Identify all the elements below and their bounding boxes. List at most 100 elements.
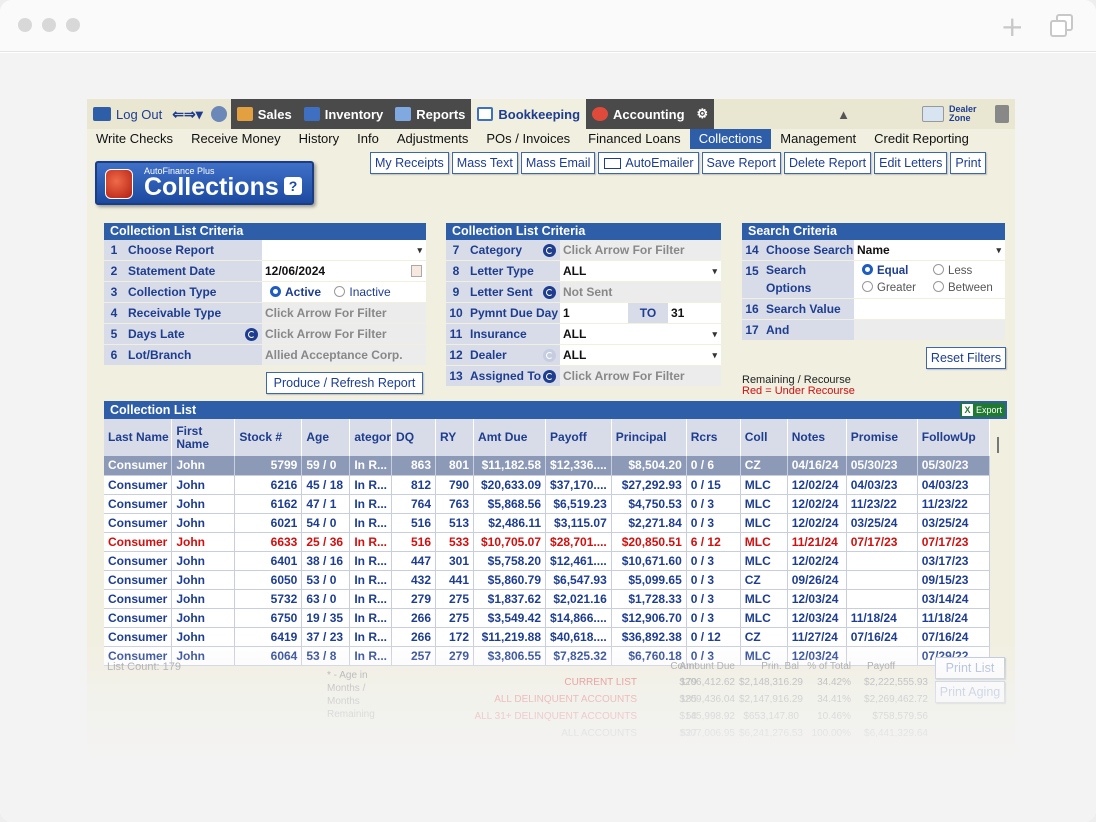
nav-bookkeeping[interactable]: Bookkeeping [471, 99, 587, 129]
print-button[interactable]: Print [950, 152, 987, 174]
calculator-icon[interactable] [989, 99, 1015, 129]
back-forward-icon[interactable]: ⇐⇒▾ [168, 99, 207, 129]
column-header[interactable]: Amt Due [473, 419, 547, 456]
print-list-button[interactable]: Print List [935, 657, 1005, 679]
nav-accounting[interactable]: Accounting [586, 99, 691, 129]
payment-due-from-input[interactable]: 1 [560, 303, 628, 323]
column-header[interactable]: FollowUp [917, 419, 990, 456]
nav-sales[interactable]: Sales [230, 99, 298, 129]
calendar-icon[interactable] [411, 265, 422, 277]
table-row[interactable]: Consumer John 6064 53 / 8 In R... 257 279 $3,80… [104, 646, 990, 666]
my-receipts-button[interactable]: My Receipts [370, 152, 449, 174]
letter-type-select[interactable]: ALL ▾ [560, 261, 721, 281]
column-header[interactable]: Payoff [545, 419, 612, 456]
column-header[interactable]: DQ [391, 419, 437, 456]
filter-arrow-icon[interactable] [245, 328, 258, 341]
delete-report-button[interactable]: Delete Report [784, 152, 872, 174]
subnav-management[interactable]: Management [771, 129, 865, 149]
table-scrollbar[interactable] [997, 437, 999, 453]
table-row[interactable]: Consumer John 6401 38 / 16 In R... 447 301 $5,7… [104, 551, 990, 571]
nav-reports[interactable]: Reports [389, 99, 472, 129]
subnav-credit-reporting[interactable]: Credit Reporting [865, 129, 978, 149]
inactive-radio[interactable]: Inactive [334, 285, 391, 299]
payment-due-to-input[interactable]: 31 [668, 303, 721, 323]
receivable-type-filter[interactable]: Click Arrow For Filter [262, 303, 426, 323]
dropdown-arrow-icon[interactable]: ▾ [712, 324, 717, 345]
subnav-collections[interactable]: Collections [689, 129, 772, 149]
settings-face-icon[interactable] [207, 99, 231, 129]
filter-arrow-icon[interactable] [543, 286, 556, 299]
subnav-pos-invoices[interactable]: POs / Invoices [477, 129, 579, 149]
table-row[interactable]: Consumer John 6633 25 / 36 In R... 516 533 $10,… [104, 532, 990, 552]
produce-refresh-report-button[interactable]: Produce / Refresh Report [266, 372, 423, 394]
reset-filters-button[interactable]: Reset Filters [926, 347, 1006, 369]
choose-report-select[interactable]: ▾ [262, 240, 426, 260]
filter-arrow-icon[interactable] [543, 244, 556, 257]
choose-search-select[interactable]: Name ▾ [854, 240, 1005, 260]
logout-button[interactable]: Log Out [87, 99, 168, 129]
days-late-filter[interactable]: Click Arrow For Filter [262, 324, 426, 344]
column-header[interactable]: Notes [787, 419, 847, 456]
lot-branch-value[interactable]: Allied Acceptance Corp. [262, 345, 426, 365]
filter-arrow-icon[interactable] [543, 370, 556, 383]
window-dot-icon[interactable] [66, 18, 80, 32]
table-row[interactable]: Consumer John 5799 59 / 0 In R... 863 801 $11,1… [104, 456, 990, 476]
column-header[interactable]: Stock # [234, 419, 303, 456]
print-aging-button[interactable]: Print Aging [935, 681, 1005, 703]
mass-email-button[interactable]: Mass Email [520, 152, 596, 174]
column-header[interactable]: Principal [611, 419, 687, 456]
between-radio[interactable]: Between [933, 280, 993, 297]
subnav-financed-loans[interactable]: Financed Loans [579, 129, 690, 149]
table-row[interactable]: Consumer John 6419 37 / 23 In R... 266 172 $11,… [104, 627, 990, 647]
active-radio[interactable]: Active [270, 285, 321, 299]
search-value-input[interactable] [854, 299, 1005, 319]
dropdown-arrow-icon[interactable]: ▾ [712, 345, 717, 366]
bell-icon[interactable]: ▲ [831, 99, 856, 129]
table-row[interactable]: Consumer John 6216 45 / 18 In R... 812 790 $20,… [104, 475, 990, 495]
table-row[interactable]: Consumer John 5732 63 / 0 In R... 279 275 $1,83… [104, 589, 990, 609]
gear-icon[interactable]: ⚙ [690, 99, 715, 129]
column-header[interactable]: ategor [349, 419, 393, 456]
new-tab-icon[interactable]: + [1001, 10, 1024, 43]
dropdown-arrow-icon[interactable]: ▾ [712, 261, 717, 282]
assigned-to-filter[interactable]: Click Arrow For Filter [560, 366, 721, 386]
subnav-write-checks[interactable]: Write Checks [87, 129, 182, 149]
subnav-history[interactable]: History [290, 129, 348, 149]
window-dot-icon[interactable] [18, 18, 32, 32]
dropdown-arrow-icon[interactable]: ▾ [417, 240, 422, 261]
column-header[interactable]: Coll [740, 419, 788, 456]
column-header[interactable]: Rcrs [686, 419, 741, 456]
nav-inventory[interactable]: Inventory [297, 99, 390, 129]
mass-text-button[interactable]: Mass Text [451, 152, 518, 174]
autoemailer-button[interactable]: AutoEmailer [598, 152, 699, 174]
tabs-overview-icon[interactable] [1050, 14, 1074, 38]
dealer-zone-button[interactable]: Dealer Zone [916, 99, 989, 129]
column-header[interactable]: RY [435, 419, 475, 456]
help-icon[interactable]: ? [284, 177, 302, 195]
equal-radio[interactable]: Equal [862, 263, 933, 280]
table-row[interactable]: Consumer John 6750 19 / 35 In R... 266 275 $3,5… [104, 608, 990, 628]
dropdown-arrow-icon[interactable]: ▾ [996, 240, 1001, 261]
and-value-input[interactable] [854, 320, 1005, 340]
column-header[interactable]: Age [301, 419, 351, 456]
table-row[interactable]: Consumer John 6162 47 / 1 In R... 764 763 $5,86… [104, 494, 990, 514]
letter-sent-filter[interactable]: Not Sent [560, 282, 721, 302]
dealer-select[interactable]: ALL ▾ [560, 345, 721, 365]
window-dot-icon[interactable] [42, 18, 56, 32]
subnav-receive-money[interactable]: Receive Money [182, 129, 290, 149]
less-radio[interactable]: Less [933, 263, 972, 280]
edit-letters-button[interactable]: Edit Letters [874, 152, 948, 174]
export-button[interactable]: Export [959, 403, 1005, 417]
subnav-adjustments[interactable]: Adjustments [388, 129, 478, 149]
save-report-button[interactable]: Save Report [701, 152, 781, 174]
column-header[interactable]: Promise [846, 419, 918, 456]
column-header[interactable]: Last Name [104, 419, 173, 456]
table-row[interactable]: Consumer John 6050 53 / 0 In R... 432 441 $5,86… [104, 570, 990, 590]
table-row[interactable]: Consumer John 6021 54 / 0 In R... 516 513 $2,48… [104, 513, 990, 533]
insurance-select[interactable]: ALL ▾ [560, 324, 721, 344]
subnav-info[interactable]: Info [348, 129, 388, 149]
statement-date-input[interactable]: 12/06/2024 [262, 261, 426, 281]
greater-radio[interactable]: Greater [862, 280, 933, 297]
column-header[interactable]: First Name [171, 419, 236, 456]
category-filter[interactable]: Click Arrow For Filter [560, 240, 721, 260]
